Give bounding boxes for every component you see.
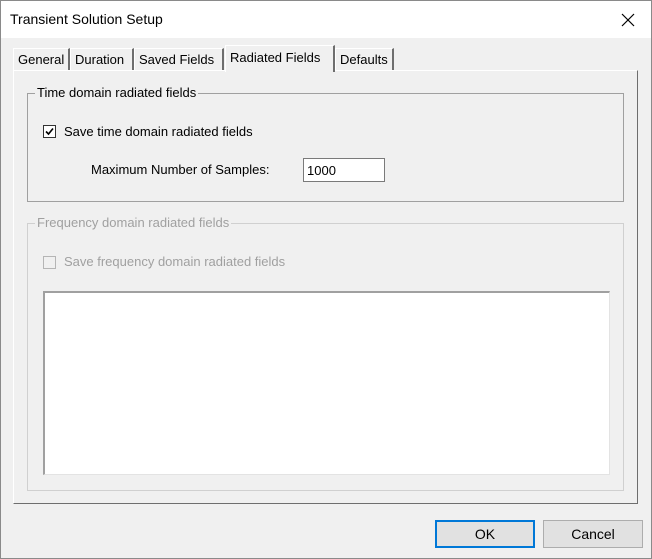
save-frequency-domain-label[interactable]: Save frequency domain radiated fields xyxy=(64,254,285,270)
frequency-domain-group-title: Frequency domain radiated fields xyxy=(35,215,232,231)
save-time-domain-checkbox[interactable] xyxy=(43,125,56,138)
tab-saved-fields[interactable]: Saved Fields xyxy=(134,48,224,70)
close-icon xyxy=(621,13,635,27)
tab-radiated-fields[interactable]: Radiated Fields xyxy=(225,45,335,72)
title-bar: Transient Solution Setup xyxy=(1,1,651,38)
frequency-list[interactable] xyxy=(43,291,610,475)
window-title: Transient Solution Setup xyxy=(10,11,163,27)
tab-label: Duration xyxy=(75,52,125,67)
max-samples-input[interactable] xyxy=(303,158,385,182)
save-frequency-domain-checkbox[interactable] xyxy=(43,256,56,269)
tab-duration[interactable]: Duration xyxy=(70,48,134,70)
save-time-domain-label[interactable]: Save time domain radiated fields xyxy=(64,124,253,140)
tab-defaults[interactable]: Defaults xyxy=(335,48,394,70)
tab-label: Defaults xyxy=(340,52,388,67)
max-samples-label: Maximum Number of Samples: xyxy=(91,162,270,177)
time-domain-group: Time domain radiated fields xyxy=(27,85,624,202)
close-button[interactable] xyxy=(605,1,651,38)
tab-label: Radiated Fields xyxy=(230,50,321,65)
cancel-button[interactable]: Cancel xyxy=(543,520,643,548)
time-domain-group-title: Time domain radiated fields xyxy=(35,85,199,101)
tab-general[interactable]: General xyxy=(13,48,70,70)
tab-label: General xyxy=(18,52,65,67)
ok-button[interactable]: OK xyxy=(435,520,535,548)
tab-label: Saved Fields xyxy=(139,52,215,67)
dialog-window: Transient Solution Setup General Duratio… xyxy=(0,0,652,559)
